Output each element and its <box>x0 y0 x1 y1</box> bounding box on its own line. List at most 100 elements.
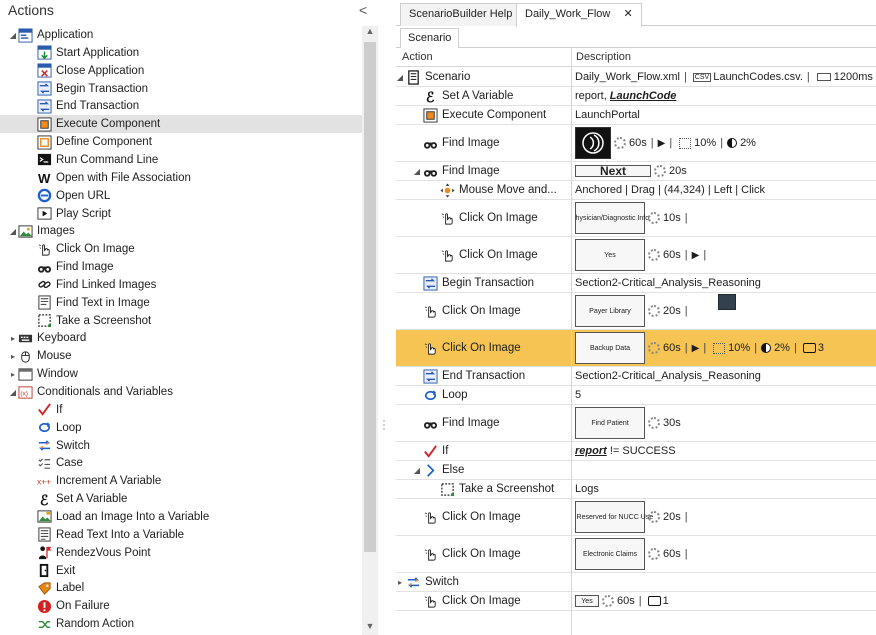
scenario-row[interactable]: Click On Image Backup Data 60s | ▶ | 10% | 2% | 3 <box>396 330 876 367</box>
description-cell[interactable]: Yes 60s | ▶ | <box>575 237 876 273</box>
scenario-row[interactable]: Take a Screenshot Logs <box>396 480 876 499</box>
tree-item[interactable]: Run Command Line <box>0 151 362 169</box>
description-cell[interactable]: Section2-Critical_Analysis_Reasoning <box>575 274 876 292</box>
tab-scenariobuilder-help[interactable]: ScenarioBuilder Help <box>400 3 522 26</box>
scenario-row[interactable]: Find Image 60s | ▶ | 10% | 2% <box>396 125 876 162</box>
expander-icon[interactable]: ▸ <box>8 334 18 343</box>
action-cell[interactable]: Click On Image <box>396 536 571 572</box>
description-cell[interactable]: Backup Data 60s | ▶ | 10% | 2% | 3 <box>575 330 876 366</box>
image-thumbnail[interactable]: Find Patient <box>575 407 645 439</box>
tree-item[interactable]: ▸ Window <box>0 365 362 383</box>
tree-item[interactable]: ℰ Set A Variable <box>0 490 362 508</box>
image-thumbnail[interactable]: Electronic Claims <box>575 538 645 570</box>
tree-item[interactable]: Find Linked Images <box>0 276 362 294</box>
tree-item[interactable]: Load an Image Into a Variable <box>0 508 362 526</box>
image-thumbnail[interactable] <box>575 127 611 159</box>
action-cell[interactable]: End Transaction <box>396 367 571 385</box>
scenario-row[interactable]: Click On Image Electronic Claims 60s | <box>396 536 876 573</box>
tree-item[interactable]: Find Image <box>0 258 362 276</box>
description-cell[interactable]: 9b Reserved for NUCC Use 20s | <box>575 499 876 535</box>
description-cell[interactable]: Next 20s <box>575 162 876 180</box>
tree-item[interactable]: Switch <box>0 437 362 455</box>
tree-item[interactable]: ◢ Images <box>0 222 362 240</box>
description-cell[interactable]: Yes 60s | 1 <box>575 592 876 610</box>
image-thumbnail[interactable]: Physician/Diagnostic Info <box>575 202 649 234</box>
action-cell[interactable]: Take a Screenshot <box>396 480 571 498</box>
tab-scenario[interactable]: Scenario <box>400 28 460 48</box>
row-expander-icon[interactable]: ◢ <box>412 167 422 176</box>
expander-icon[interactable]: ◢ <box>8 388 18 397</box>
description-cell[interactable]: report, LaunchCode <box>575 87 876 105</box>
row-expander-icon[interactable]: ▸ <box>396 578 405 587</box>
close-tab-icon[interactable]: ✕ <box>623 8 632 20</box>
scroll-down-arrow-icon[interactable]: ▼ <box>362 621 378 635</box>
image-thumbnail[interactable]: Next <box>575 164 651 178</box>
tree-item[interactable]: ▸ Keyboard <box>0 329 362 347</box>
splitter-grip-icon[interactable]: · · · <box>382 414 386 434</box>
action-cell[interactable]: ▸ Switch <box>396 573 571 591</box>
scenario-row[interactable]: Click On Image Yes 60s | ▶ | <box>396 237 876 274</box>
tree-item[interactable]: On Failure <box>0 597 362 615</box>
tree-item[interactable]: x++ Increment A Variable <box>0 472 362 490</box>
tree-item[interactable]: Random Action <box>0 615 362 633</box>
tree-item[interactable]: Label <box>0 579 362 597</box>
description-cell[interactable]: Find Patient 30s <box>575 405 876 441</box>
tree-item[interactable]: Take a Screenshot <box>0 312 362 330</box>
expander-icon[interactable]: ◢ <box>8 31 18 40</box>
scenario-row[interactable]: ℰ Set A Variable report, LaunchCode <box>396 87 876 106</box>
scroll-thumb[interactable] <box>364 42 376 552</box>
tree-item[interactable]: ◢ Application <box>0 26 362 44</box>
action-cell[interactable]: Click On Image <box>396 592 571 610</box>
description-cell[interactable]: LaunchPortal <box>575 106 876 124</box>
description-cell[interactable]: Logs <box>575 480 876 498</box>
action-cell[interactable]: ℰ Set A Variable <box>396 87 571 105</box>
scenario-row[interactable]: Click On Image Physician/Diagnostic Info 1… <box>396 200 876 237</box>
tree-item[interactable]: Loop <box>0 419 362 437</box>
tree-item[interactable]: Start Application <box>0 44 362 62</box>
tree-item[interactable]: ◢ (x) Conditionals and Variables <box>0 383 362 401</box>
tree-item[interactable]: Exit <box>0 562 362 580</box>
scenario-row[interactable]: ◢ Scenario Daily_Work_Flow.xml | CSV LaunchCo… <box>396 68 876 87</box>
action-cell[interactable]: If <box>396 442 571 460</box>
description-cell[interactable]: 60s | ▶ | 10% | 2% <box>575 125 876 161</box>
tree-item[interactable]: Play Script <box>0 205 362 223</box>
expander-icon[interactable]: ▸ <box>8 352 18 361</box>
description-cell[interactable] <box>575 461 876 479</box>
action-cell[interactable]: Find Image <box>396 125 571 161</box>
tree-item[interactable]: Read Text Into a Variable <box>0 526 362 544</box>
scenario-row[interactable]: Execute Component LaunchPortal <box>396 106 876 125</box>
scenario-row[interactable]: Click On Image Payer Library 20s | <box>396 293 876 330</box>
action-cell[interactable]: Mouse Move and... <box>396 181 571 199</box>
description-cell[interactable]: report != SUCCESS <box>575 442 876 460</box>
tab-daily-work-flow[interactable]: Daily_Work_Flow ✕ <box>516 3 642 27</box>
action-cell[interactable]: ◢ Scenario <box>396 68 571 86</box>
row-expander-icon[interactable]: ◢ <box>412 466 422 475</box>
scenario-row[interactable]: End Transaction Section2-Critical_Analysi… <box>396 367 876 386</box>
tree-item[interactable]: Find Text in Image <box>0 294 362 312</box>
tree-item[interactable]: ▸ Mouse <box>0 347 362 365</box>
description-cell[interactable]: Anchored | Drag | (44,324) | Left | Clic… <box>575 181 876 199</box>
description-cell[interactable]: 5 <box>575 386 876 404</box>
column-header-action[interactable]: Action <box>402 51 433 63</box>
image-thumbnail[interactable]: Payer Library <box>575 295 645 327</box>
action-cell[interactable]: Loop <box>396 386 571 404</box>
panel-splitter[interactable] <box>380 0 396 635</box>
scenario-row[interactable]: Click On Image 9b Reserved for NUCC Use 20… <box>396 499 876 536</box>
action-cell[interactable]: Find Image <box>396 405 571 441</box>
tree-item[interactable]: RendezVous Point <box>0 544 362 562</box>
description-cell[interactable]: Physician/Diagnostic Info 10s | <box>575 200 876 236</box>
action-cell[interactable]: Click On Image <box>396 200 571 236</box>
tree-item[interactable]: Define Component <box>0 133 362 151</box>
tree-item[interactable]: Execute Component <box>0 115 362 134</box>
scenario-row[interactable]: Mouse Move and... Anchored | Drag | (44,3… <box>396 181 876 200</box>
description-cell[interactable]: Daily_Work_Flow.xml | CSV LaunchCodes.csv. |… <box>575 68 876 86</box>
scenario-row[interactable]: Begin Transaction Section2-Critical_Analy… <box>396 274 876 293</box>
tree-item[interactable]: W Open with File Association <box>0 169 362 187</box>
scenario-row[interactable]: Loop 5 <box>396 386 876 405</box>
column-header-description[interactable]: Description <box>576 51 631 63</box>
image-thumbnail[interactable]: Yes <box>575 239 645 271</box>
tree-item[interactable]: Click On Image <box>0 240 362 258</box>
scenario-row[interactable]: ▸ Switch <box>396 573 876 592</box>
collapse-panel-button[interactable]: < <box>359 2 367 18</box>
tree-item[interactable]: End Transaction <box>0 97 362 115</box>
